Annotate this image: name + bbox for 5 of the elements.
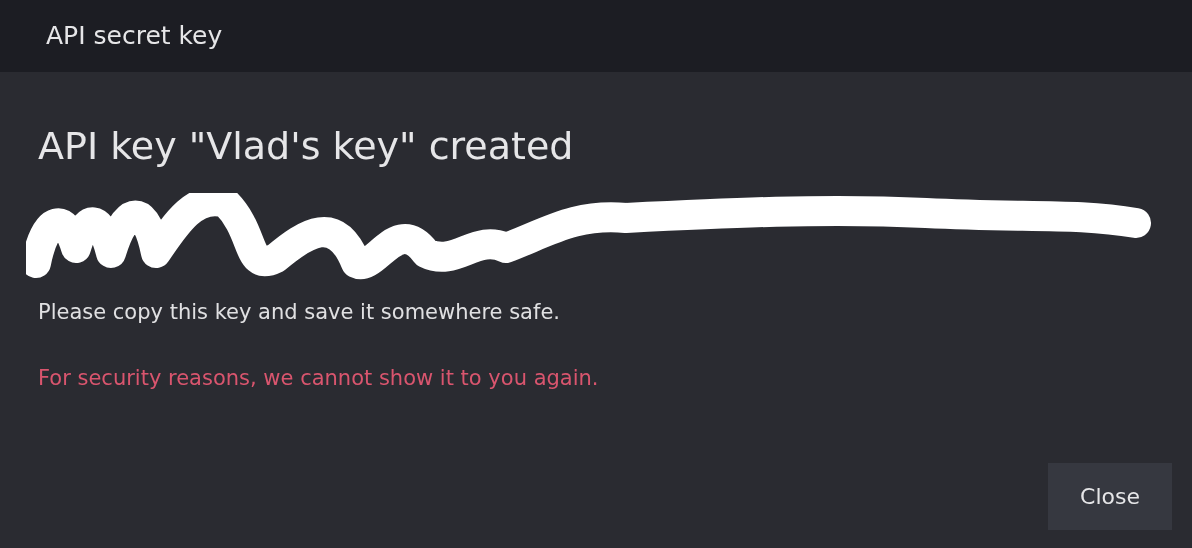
instruction-text: Please copy this key and save it somewhere safe. xyxy=(38,299,560,326)
warning-text: For security reasons, we cannot show it to you again. xyxy=(38,364,599,392)
window-title: API secret key xyxy=(46,20,223,53)
close-button[interactable]: Close xyxy=(1048,463,1172,530)
dialog-heading: API key "Vlad's key" created xyxy=(38,123,574,170)
